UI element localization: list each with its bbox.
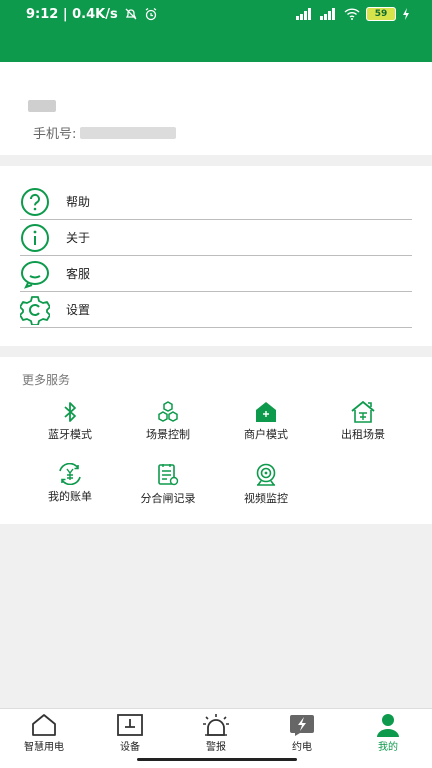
question-icon [21,187,49,216]
service-label: 蓝牙模式 [48,428,92,441]
tab-device[interactable]: 设备 [100,713,160,753]
tab-label: 智慧用电 [24,742,64,753]
tab-label: 警报 [206,742,226,753]
notification-off-icon [125,8,137,20]
service-label: 分合闸记录 [140,492,196,505]
charging-icon [403,8,409,20]
battery-icon: 59 [366,7,396,21]
phone-label: 手机号: [33,127,77,142]
service-label: 我的账单 [48,490,92,503]
gear-icon [20,295,50,325]
alarm-icon [203,714,229,736]
menu-item-help[interactable]: 帮助 [20,184,412,220]
user-name-blurred [28,100,56,112]
service-label: 视频监控 [244,492,288,505]
bill-icon [59,463,81,485]
shop-icon [256,402,276,422]
alarm-clock-icon [145,8,157,21]
menu-item-about[interactable]: 关于 [20,220,412,256]
signal-icon-2 [320,8,338,20]
menu-label-about: 关于 [66,231,91,245]
chat-icon [21,260,49,289]
home-icon [32,714,56,736]
rental-house-icon [351,401,375,423]
info-icon [21,223,49,252]
tab-label: 设备 [120,742,140,753]
service-label: 场景控制 [146,428,190,441]
tab-smart-power[interactable]: 智慧用电 [14,713,74,753]
service-my-bill[interactable]: 我的账单 [25,463,115,504]
wifi-icon [344,8,360,20]
device-icon [117,714,143,736]
tab-label: 我的 [378,742,398,753]
menu-label-service: 客服 [66,267,91,281]
more-services-panel: 更多服务 蓝牙模式 场景控制 商户模式 出租场景 我的账单 分合闸记录 视频监控 [0,357,432,524]
profile-card[interactable]: 手机号: [0,62,432,155]
lightning-icon [290,715,314,736]
settings-menu: 帮助 关于 客服 设置 [0,166,432,346]
service-scene-control[interactable]: 场景控制 [123,401,213,442]
service-bluetooth[interactable]: 蓝牙模式 [25,401,115,442]
service-label: 商户模式 [244,428,288,441]
camera-icon [256,463,276,486]
home-indicator[interactable] [137,758,297,761]
phone-number-blurred [80,126,177,139]
menu-label-settings: 设置 [66,303,91,317]
status-time: 9:12 | 0.4K/s [26,6,118,22]
tab-appointment-power[interactable]: 约电 [272,713,332,753]
tab-label: 约电 [292,742,312,753]
tab-alarm[interactable]: 警报 [186,713,246,753]
menu-label-help: 帮助 [66,195,91,209]
signal-icon [296,8,314,20]
status-bar: 9:12 | 0.4K/s 59 [0,0,432,62]
tab-mine[interactable]: 我的 [358,713,418,753]
service-switch-record[interactable]: 分合闸记录 [123,463,213,506]
menu-item-service[interactable]: 客服 [20,256,412,292]
bluetooth-icon [64,402,76,422]
service-label: 出租场景 [341,428,385,441]
phone-row: 手机号: [33,123,177,142]
hexagons-icon [158,401,178,422]
service-rental-scene[interactable]: 出租场景 [318,401,408,442]
service-merchant-mode[interactable]: 商户模式 [221,401,311,442]
record-icon [158,464,179,486]
menu-item-settings[interactable]: 设置 [20,292,412,328]
user-icon [377,714,399,737]
service-video-monitor[interactable]: 视频监控 [221,463,311,506]
services-title: 更多服务 [22,373,71,387]
